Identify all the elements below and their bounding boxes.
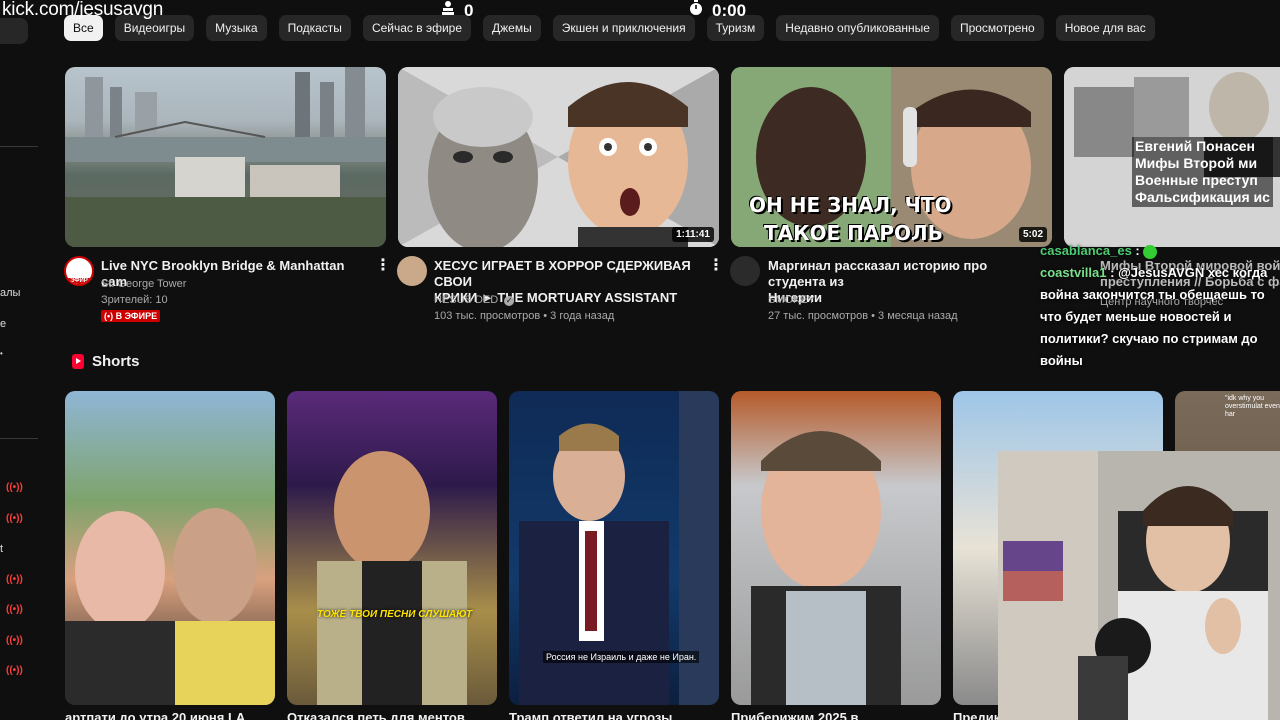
emote-icon xyxy=(1143,244,1158,259)
video-title-line: ХЕСУС ИГРАЕТ В ХОРРОР СДЕРЖИВАЯ СВОИ xyxy=(434,258,691,289)
sidebar-item-label[interactable]: t xyxy=(0,543,3,555)
sidebar: алы е • ((•)) ((•)) t ((•)) ((•)) ((•)) … xyxy=(0,0,40,720)
viewers-count: 0 xyxy=(464,0,474,20)
channel-name[interactable]: St. George Tower xyxy=(101,276,186,292)
sidebar-item-label[interactable]: е xyxy=(0,318,6,330)
thumbnail-caption: Евгений Понасен Мифы Второй ми Военные п… xyxy=(1132,137,1273,207)
video-stats: 27 тыс. просмотров • 3 месяца назад xyxy=(768,310,958,322)
video-thumbnail[interactable]: 1:11:41 xyxy=(398,67,719,247)
short-card[interactable] xyxy=(731,391,941,705)
sidebar-divider xyxy=(0,438,38,439)
city-skyline-image xyxy=(65,67,386,247)
thumbnail-caption-line: ОН НЕ ЗНАЛ, ЧТО xyxy=(749,193,952,217)
viewers-counter: 0 xyxy=(440,0,473,21)
sidebar-home-item[interactable] xyxy=(0,18,28,44)
more-options-icon[interactable]: ⋮ xyxy=(708,258,724,274)
stream-chat-overlay: casablanca_es : coastvilla1 : @JesusAVGN… xyxy=(1040,240,1280,372)
webcam-feed-image xyxy=(998,451,1280,720)
streamer-webcam xyxy=(998,451,1280,720)
video-thumbnail[interactable] xyxy=(65,67,386,247)
chat-separator: : xyxy=(1135,243,1144,258)
shorts-section-header: Shorts xyxy=(72,353,140,370)
viewers-icon xyxy=(440,0,456,21)
channel-name[interactable]: HESUS DED ✓ xyxy=(434,292,515,308)
short-title[interactable]: артпати до утра 20 июня LA xyxy=(65,710,245,720)
thumbnail-caption-line: Фальсификация ис xyxy=(1135,189,1270,205)
shorts-logo-icon xyxy=(72,354,84,369)
kick-url-overlay: kick.com/jesusavgn xyxy=(2,0,164,20)
short-thumbnail-image xyxy=(751,431,901,705)
chip-recently-uploaded[interactable]: Недавно опубликованные xyxy=(776,15,939,41)
short-title[interactable]: Отказался петь для ментов xyxy=(287,710,465,720)
channel-avatar[interactable] xyxy=(730,256,760,286)
thumbnail-caption-line: Военные преступ xyxy=(1135,172,1258,188)
live-indicator-icon[interactable]: ((•)) xyxy=(6,665,23,676)
chat-separator: : xyxy=(1110,265,1119,280)
short-card[interactable]: Россия не Израиль и даже не Иран. xyxy=(509,391,719,705)
live-indicator-icon[interactable]: ((•)) xyxy=(6,574,23,585)
chip-jams[interactable]: Джемы xyxy=(483,15,541,41)
chip-music[interactable]: Музыка xyxy=(206,15,267,41)
thumbnail-caption-line: ТАКОЕ ПАРОЛЬ xyxy=(764,221,943,245)
live-indicator-icon[interactable]: ((•)) xyxy=(6,513,23,524)
short-thumbnail-image xyxy=(65,508,275,705)
channel-name-text: HESUS DED xyxy=(434,294,499,306)
chip-new-for-you[interactable]: Новое для вас xyxy=(1055,15,1155,41)
chat-text: @JesusAVGN хес когда война закончится ты… xyxy=(1040,265,1268,368)
short-title[interactable]: Трамп ответил на угрозы xyxy=(509,710,672,720)
live-indicator-icon[interactable]: ((•)) xyxy=(6,482,23,493)
short-card[interactable] xyxy=(65,391,275,705)
video-title-line: Маргинал рассказал историю про студента … xyxy=(768,258,988,289)
video-duration: 1:11:41 xyxy=(672,227,714,242)
short-title[interactable]: Предик xyxy=(953,710,1000,720)
channel-name[interactable]: SMOKEY xyxy=(768,292,815,308)
viewer-count: Зрителей: 10 xyxy=(101,294,168,306)
thumbnail-caption-line: Мифы Второй ми xyxy=(1135,155,1258,171)
thumbnail-caption-line: Евгений Понасен xyxy=(1135,138,1256,154)
chat-username: casablanca_es xyxy=(1040,243,1132,258)
verified-icon: ✓ xyxy=(504,296,515,306)
timer-value: 0:00 xyxy=(712,0,747,20)
chat-username: coastvilla1 xyxy=(1040,265,1107,280)
stream-timer: 0:00 xyxy=(688,0,746,21)
channel-avatar[interactable] xyxy=(397,256,427,286)
live-indicator-icon[interactable]: ((•)) xyxy=(6,604,23,615)
live-indicator-icon[interactable]: ((•)) xyxy=(6,635,23,646)
sidebar-item-dot: • xyxy=(0,349,3,358)
more-options-icon[interactable]: ⋮ xyxy=(375,258,391,274)
short-caption: ТОЖЕ ТВОИ ПЕСНИ СЛУШАЮТ xyxy=(317,609,473,620)
chat-message: casablanca_es : xyxy=(1040,240,1280,262)
stopwatch-icon xyxy=(688,0,704,21)
short-thumbnail-image xyxy=(317,451,467,705)
live-badge: (•) В ЭФИРЕ xyxy=(101,310,161,322)
chat-message: coastvilla1 : @JesusAVGN хес когда война… xyxy=(1040,262,1280,372)
video-stats: 103 тыс. просмотров • 3 года назад xyxy=(434,310,615,322)
filter-chips-bar: Все Видеоигры Музыка Подкасты Сейчас в э… xyxy=(64,15,1155,41)
shorts-heading: Shorts xyxy=(92,353,140,370)
chip-podcasts[interactable]: Подкасты xyxy=(278,15,351,41)
sidebar-divider xyxy=(0,146,38,147)
thumbnail-caption: ОН НЕ ЗНАЛ, ЧТО ТАКОЕ ПАРОЛЬ xyxy=(749,191,951,247)
video-thumbnail[interactable]: Евгений Понасен Мифы Второй ми Военные п… xyxy=(1064,67,1280,247)
short-caption: Россия не Израиль и даже не Иран. xyxy=(543,651,700,663)
channel-avatar[interactable]: ЭФИР xyxy=(64,256,94,286)
chip-action-adventure[interactable]: Экшен и приключения xyxy=(552,15,695,41)
short-title[interactable]: Приберижим 2025 в xyxy=(731,710,858,720)
chip-watched[interactable]: Просмотрено xyxy=(950,15,1044,41)
short-card[interactable]: ТОЖЕ ТВОИ ПЕСНИ СЛУШАЮТ xyxy=(287,391,497,705)
avatar-live-label: ЭФИР xyxy=(66,278,92,284)
horror-thumbnail-image xyxy=(398,67,719,247)
short-caption: "idk why you overstimulat even har xyxy=(1225,395,1280,418)
video-thumbnail[interactable]: ОН НЕ ЗНАЛ, ЧТО ТАКОЕ ПАРОЛЬ 5:02 xyxy=(731,67,1052,247)
sidebar-item-label[interactable]: алы xyxy=(0,287,20,299)
